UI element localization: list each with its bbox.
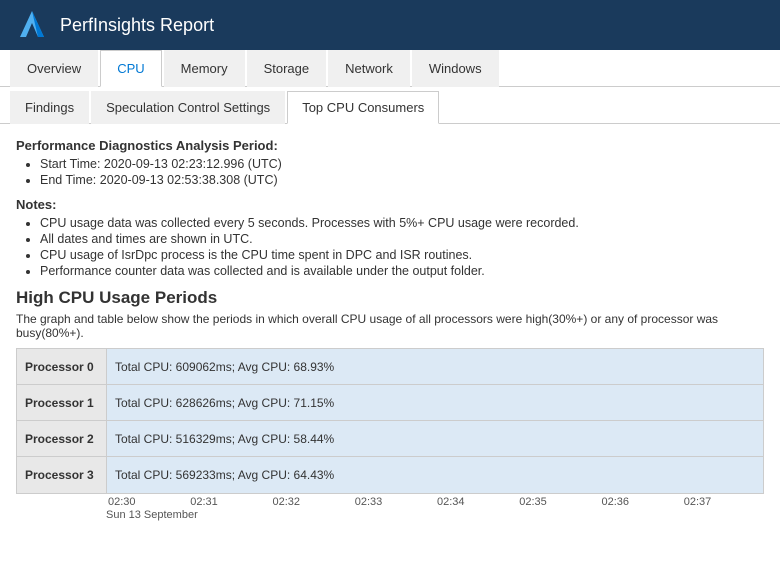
processor-0-label: Processor 0 xyxy=(17,349,107,384)
processor-row-3: Processor 3 Total CPU: 569233ms; Avg CPU… xyxy=(17,457,763,493)
processor-1-label: Processor 1 xyxy=(17,385,107,420)
tick-1: 02:31 xyxy=(188,496,270,508)
start-time: Start Time: 2020-09-13 02:23:12.996 (UTC… xyxy=(40,157,764,171)
tick-6: 02:36 xyxy=(600,496,682,508)
main-content: Performance Diagnostics Analysis Period:… xyxy=(0,124,780,554)
tab-cpu[interactable]: CPU xyxy=(100,50,161,87)
tab-memory[interactable]: Memory xyxy=(164,50,245,87)
top-nav: Overview CPU Memory Storage Network Wind… xyxy=(0,50,780,87)
app-title: PerfInsights Report xyxy=(60,15,214,36)
analysis-period-list: Start Time: 2020-09-13 02:23:12.996 (UTC… xyxy=(16,157,764,187)
analysis-period-label: Performance Diagnostics Analysis Period: xyxy=(16,138,764,153)
processor-3-stats: Total CPU: 569233ms; Avg CPU: 64.43% xyxy=(115,468,334,482)
tick-0: 02:30 xyxy=(106,496,188,508)
notes-label: Notes: xyxy=(16,197,764,212)
processor-3-label: Processor 3 xyxy=(17,457,107,493)
processor-2-stats: Total CPU: 516329ms; Avg CPU: 58.44% xyxy=(115,432,334,446)
tab-windows[interactable]: Windows xyxy=(412,50,499,87)
processor-2-label: Processor 2 xyxy=(17,421,107,456)
processor-grid: Processor 0 Total CPU: 609062ms; Avg CPU… xyxy=(16,348,764,494)
processor-1-stats: Total CPU: 628626ms; Avg CPU: 71.15% xyxy=(115,396,334,410)
timeline-date: Sun 13 September xyxy=(16,509,764,521)
high-cpu-desc: The graph and table below show the perio… xyxy=(16,312,764,340)
analysis-period-section: Performance Diagnostics Analysis Period:… xyxy=(16,138,764,187)
notes-list: CPU usage data was collected every 5 sec… xyxy=(16,216,764,278)
tick-3: 02:33 xyxy=(353,496,435,508)
processor-3-bar: Total CPU: 569233ms; Avg CPU: 64.43% xyxy=(107,457,763,493)
tick-5: 02:35 xyxy=(517,496,599,508)
timeline-axis: 02:30 02:31 02:32 02:33 02:34 02:35 02:3… xyxy=(16,496,764,508)
note-1: CPU usage data was collected every 5 sec… xyxy=(40,216,764,230)
note-4: Performance counter data was collected a… xyxy=(40,264,764,278)
processor-row-1: Processor 1 Total CPU: 628626ms; Avg CPU… xyxy=(17,385,763,421)
tick-4: 02:34 xyxy=(435,496,517,508)
note-3: CPU usage of IsrDpc process is the CPU t… xyxy=(40,248,764,262)
sub-tab-speculation[interactable]: Speculation Control Settings xyxy=(91,91,285,124)
sub-nav: Findings Speculation Control Settings To… xyxy=(0,91,780,124)
app-header: PerfInsights Report xyxy=(0,0,780,50)
high-cpu-title: High CPU Usage Periods xyxy=(16,288,764,308)
high-cpu-section: High CPU Usage Periods The graph and tab… xyxy=(16,288,764,521)
note-2: All dates and times are shown in UTC. xyxy=(40,232,764,246)
tab-overview[interactable]: Overview xyxy=(10,50,98,87)
sub-tab-findings[interactable]: Findings xyxy=(10,91,89,124)
tick-2: 02:32 xyxy=(271,496,353,508)
tick-7: 02:37 xyxy=(682,496,764,508)
processor-1-bar: Total CPU: 628626ms; Avg CPU: 71.15% xyxy=(107,385,763,420)
tab-storage[interactable]: Storage xyxy=(247,50,327,87)
sub-tab-top-cpu[interactable]: Top CPU Consumers xyxy=(287,91,439,124)
tab-network[interactable]: Network xyxy=(328,50,410,87)
azure-logo-icon xyxy=(16,9,48,41)
processor-row-0: Processor 0 Total CPU: 609062ms; Avg CPU… xyxy=(17,349,763,385)
processor-row-2: Processor 2 Total CPU: 516329ms; Avg CPU… xyxy=(17,421,763,457)
end-time: End Time: 2020-09-13 02:53:38.308 (UTC) xyxy=(40,173,764,187)
notes-section: Notes: CPU usage data was collected ever… xyxy=(16,197,764,278)
processor-0-bar: Total CPU: 609062ms; Avg CPU: 68.93% xyxy=(107,349,763,384)
processor-2-bar: Total CPU: 516329ms; Avg CPU: 58.44% xyxy=(107,421,763,456)
processor-0-stats: Total CPU: 609062ms; Avg CPU: 68.93% xyxy=(115,360,334,374)
